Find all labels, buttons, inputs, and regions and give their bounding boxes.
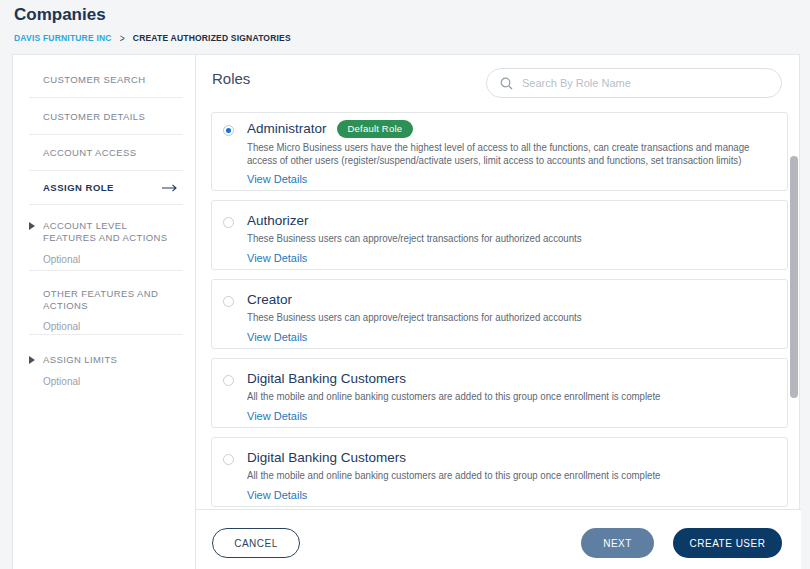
view-details-link[interactable]: View Details [247, 173, 307, 185]
radio-unselected[interactable] [223, 375, 234, 386]
page-title: Companies [14, 5, 106, 25]
right-arrow-icon [162, 183, 178, 193]
sidebar-item-assign-limits[interactable]: ASSIGN LIMITS Optional [13, 335, 195, 405]
search-icon [500, 77, 513, 90]
view-details-link[interactable]: View Details [247, 410, 307, 422]
view-details-link[interactable]: View Details [247, 252, 307, 264]
role-card-authorizer[interactable]: Authorizer These Business users can appr… [211, 200, 788, 270]
role-description: All the mobile and online banking custom… [247, 469, 773, 482]
breadcrumb-current: CREATE AUTHORIZED SIGNATORIES [133, 33, 291, 43]
role-card-creator[interactable]: Creator These Business users can approve… [211, 279, 788, 349]
sidebar-item-other-features[interactable]: OTHER FEATURES AND ACTIONS Optional [13, 271, 195, 335]
view-details-link[interactable]: View Details [247, 489, 307, 501]
role-description: These Micro Business users have the high… [247, 141, 773, 166]
radio-selected[interactable] [223, 125, 234, 136]
roles-main-area: Roles Search By Role Name Administrator … [196, 55, 801, 569]
sidebar-item-customer-details[interactable]: CUSTOMER DETAILS [13, 98, 195, 135]
breadcrumb-parent-link[interactable]: DAVIS FURNITURE INC [14, 33, 112, 43]
sidebar-item-account-level-features[interactable]: ACCOUNT LEVEL FEATURES AND ACTIONS Optio… [13, 205, 195, 271]
role-description: These Business users can approve/reject … [247, 232, 773, 245]
roles-list: Administrator Default Role These Micro B… [211, 112, 788, 516]
sidebar-item-assign-role[interactable]: ASSIGN ROLE [13, 171, 195, 205]
radio-unselected[interactable] [223, 296, 234, 307]
roles-heading: Roles [212, 70, 250, 87]
view-details-link[interactable]: View Details [247, 331, 307, 343]
sidebar-item-account-access[interactable]: ACCOUNT ACCESS [13, 135, 195, 171]
footer-action-bar: CANCEL NEXT CREATE USER [196, 509, 801, 569]
breadcrumb: DAVIS FURNITURE INC > CREATE AUTHORIZED … [14, 33, 291, 43]
scrollbar-thumb[interactable] [790, 156, 798, 398]
expand-triangle-icon[interactable] [29, 222, 35, 230]
role-description: All the mobile and online banking custom… [247, 390, 773, 403]
sidebar-item-customer-search[interactable]: CUSTOMER SEARCH [13, 55, 195, 98]
radio-unselected[interactable] [223, 454, 234, 465]
role-card-digital-banking-2[interactable]: Digital Banking Customers All the mobile… [211, 437, 788, 507]
default-role-badge: Default Role [337, 120, 414, 138]
breadcrumb-separator-icon: > [120, 32, 125, 45]
content-panel: CUSTOMER SEARCH CUSTOMER DETAILS ACCOUNT… [12, 54, 800, 569]
role-card-administrator[interactable]: Administrator Default Role These Micro B… [211, 112, 788, 191]
wizard-steps-sidebar: CUSTOMER SEARCH CUSTOMER DETAILS ACCOUNT… [13, 55, 196, 569]
search-placeholder: Search By Role Name [522, 77, 631, 89]
role-description: These Business users can approve/reject … [247, 311, 773, 324]
expand-triangle-icon[interactable] [29, 356, 35, 364]
next-button[interactable]: NEXT [581, 528, 654, 558]
role-search-input[interactable]: Search By Role Name [486, 68, 782, 98]
radio-unselected[interactable] [223, 217, 234, 228]
create-user-button[interactable]: CREATE USER [673, 528, 782, 558]
cancel-button[interactable]: CANCEL [212, 528, 300, 558]
role-card-digital-banking-1[interactable]: Digital Banking Customers All the mobile… [211, 358, 788, 428]
